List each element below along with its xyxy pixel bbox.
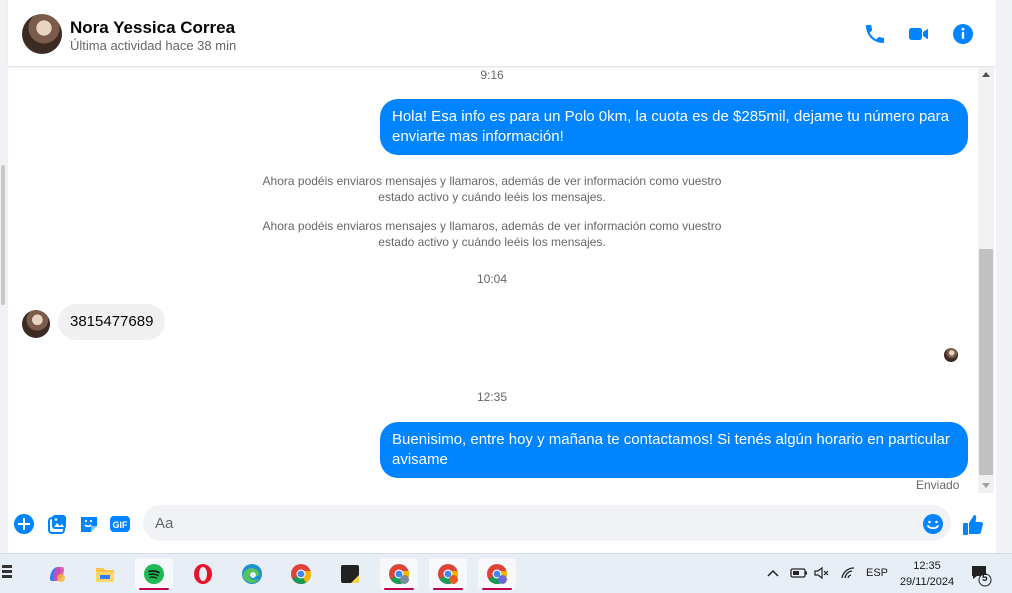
chat-window: Nora Yessica Correa Última actividad hac… bbox=[8, 0, 996, 553]
notification-count: 5 bbox=[982, 573, 988, 584]
clock-time: 12:35 bbox=[913, 560, 941, 572]
plus-icon[interactable] bbox=[13, 513, 35, 535]
spotify-icon[interactable] bbox=[135, 558, 173, 590]
outgoing-message[interactable]: Buenisimo, entre hoy y mañana te contact… bbox=[380, 422, 968, 478]
sticky-notes-icon[interactable] bbox=[331, 558, 369, 590]
chrome-icon[interactable] bbox=[282, 558, 320, 590]
file-explorer-icon[interactable] bbox=[86, 558, 124, 590]
seen-avatar bbox=[944, 348, 958, 362]
system-notice: Ahora podéis enviaros mensajes y llamaro… bbox=[262, 174, 722, 204]
copilot-icon[interactable] bbox=[38, 558, 76, 590]
clock[interactable]: 12:35 29/11/2024 bbox=[892, 558, 962, 590]
video-call-icon[interactable] bbox=[907, 22, 931, 46]
contact-avatar[interactable] bbox=[22, 14, 62, 54]
message-list: 9:16 Hola! Esa info es para un Polo 0km,… bbox=[8, 67, 980, 497]
chat-header: Nora Yessica Correa Última actividad hac… bbox=[8, 0, 996, 67]
volume-muted-icon[interactable] bbox=[814, 566, 830, 593]
language-indicator[interactable]: ESP bbox=[866, 567, 888, 593]
wifi-icon[interactable] bbox=[840, 566, 856, 593]
windows-taskbar: ESP 12:35 29/11/2024 5 bbox=[0, 553, 1012, 593]
clock-date: 29/11/2024 bbox=[899, 576, 955, 588]
phone-icon[interactable] bbox=[863, 22, 887, 46]
page: Nora Yessica Correa Última actividad hac… bbox=[0, 0, 1012, 593]
message-scrollbar[interactable] bbox=[978, 67, 994, 493]
chrome-profile-y-icon[interactable] bbox=[380, 558, 418, 590]
image-icon[interactable] bbox=[46, 513, 68, 535]
scroll-up-arrow-icon[interactable] bbox=[982, 72, 990, 77]
timestamp: 10:04 bbox=[476, 272, 508, 286]
notification-center-icon[interactable]: 5 bbox=[969, 563, 993, 593]
chrome-profile-c-icon[interactable] bbox=[478, 558, 516, 590]
timestamp: 9:16 bbox=[480, 68, 504, 82]
task-view-icon[interactable] bbox=[0, 558, 16, 590]
like-icon[interactable] bbox=[961, 513, 983, 535]
contact-name[interactable]: Nora Yessica Correa bbox=[70, 18, 235, 38]
emoji-icon[interactable] bbox=[922, 513, 944, 535]
edge-icon[interactable] bbox=[233, 558, 271, 590]
contact-avatar-small[interactable] bbox=[22, 310, 50, 338]
gif-label: GIF bbox=[113, 520, 129, 530]
outgoing-message[interactable]: Hola! Esa info es para un Polo 0km, la c… bbox=[380, 99, 968, 155]
last-active-status: Última actividad hace 38 min bbox=[70, 38, 237, 53]
composer: GIF bbox=[8, 497, 996, 553]
right-window-edge bbox=[996, 0, 1012, 553]
timestamp: 12:35 bbox=[476, 390, 508, 404]
gif-icon[interactable]: GIF bbox=[109, 513, 131, 535]
battery-icon[interactable] bbox=[790, 566, 808, 593]
opera-icon[interactable] bbox=[184, 558, 222, 590]
system-notice: Ahora podéis enviaros mensajes y llamaro… bbox=[262, 219, 722, 249]
incoming-message[interactable]: 3815477689 bbox=[58, 304, 166, 340]
info-icon[interactable] bbox=[951, 22, 975, 46]
chevron-up-icon[interactable] bbox=[766, 566, 780, 593]
sticker-icon[interactable] bbox=[78, 513, 100, 535]
sent-status: Enviado bbox=[916, 478, 960, 492]
scroll-down-arrow-icon[interactable] bbox=[982, 483, 990, 488]
left-window-edge bbox=[0, 0, 8, 553]
scrollbar-thumb[interactable] bbox=[979, 249, 993, 475]
chrome-profile-r-icon[interactable] bbox=[429, 558, 467, 590]
message-input[interactable] bbox=[143, 505, 951, 541]
